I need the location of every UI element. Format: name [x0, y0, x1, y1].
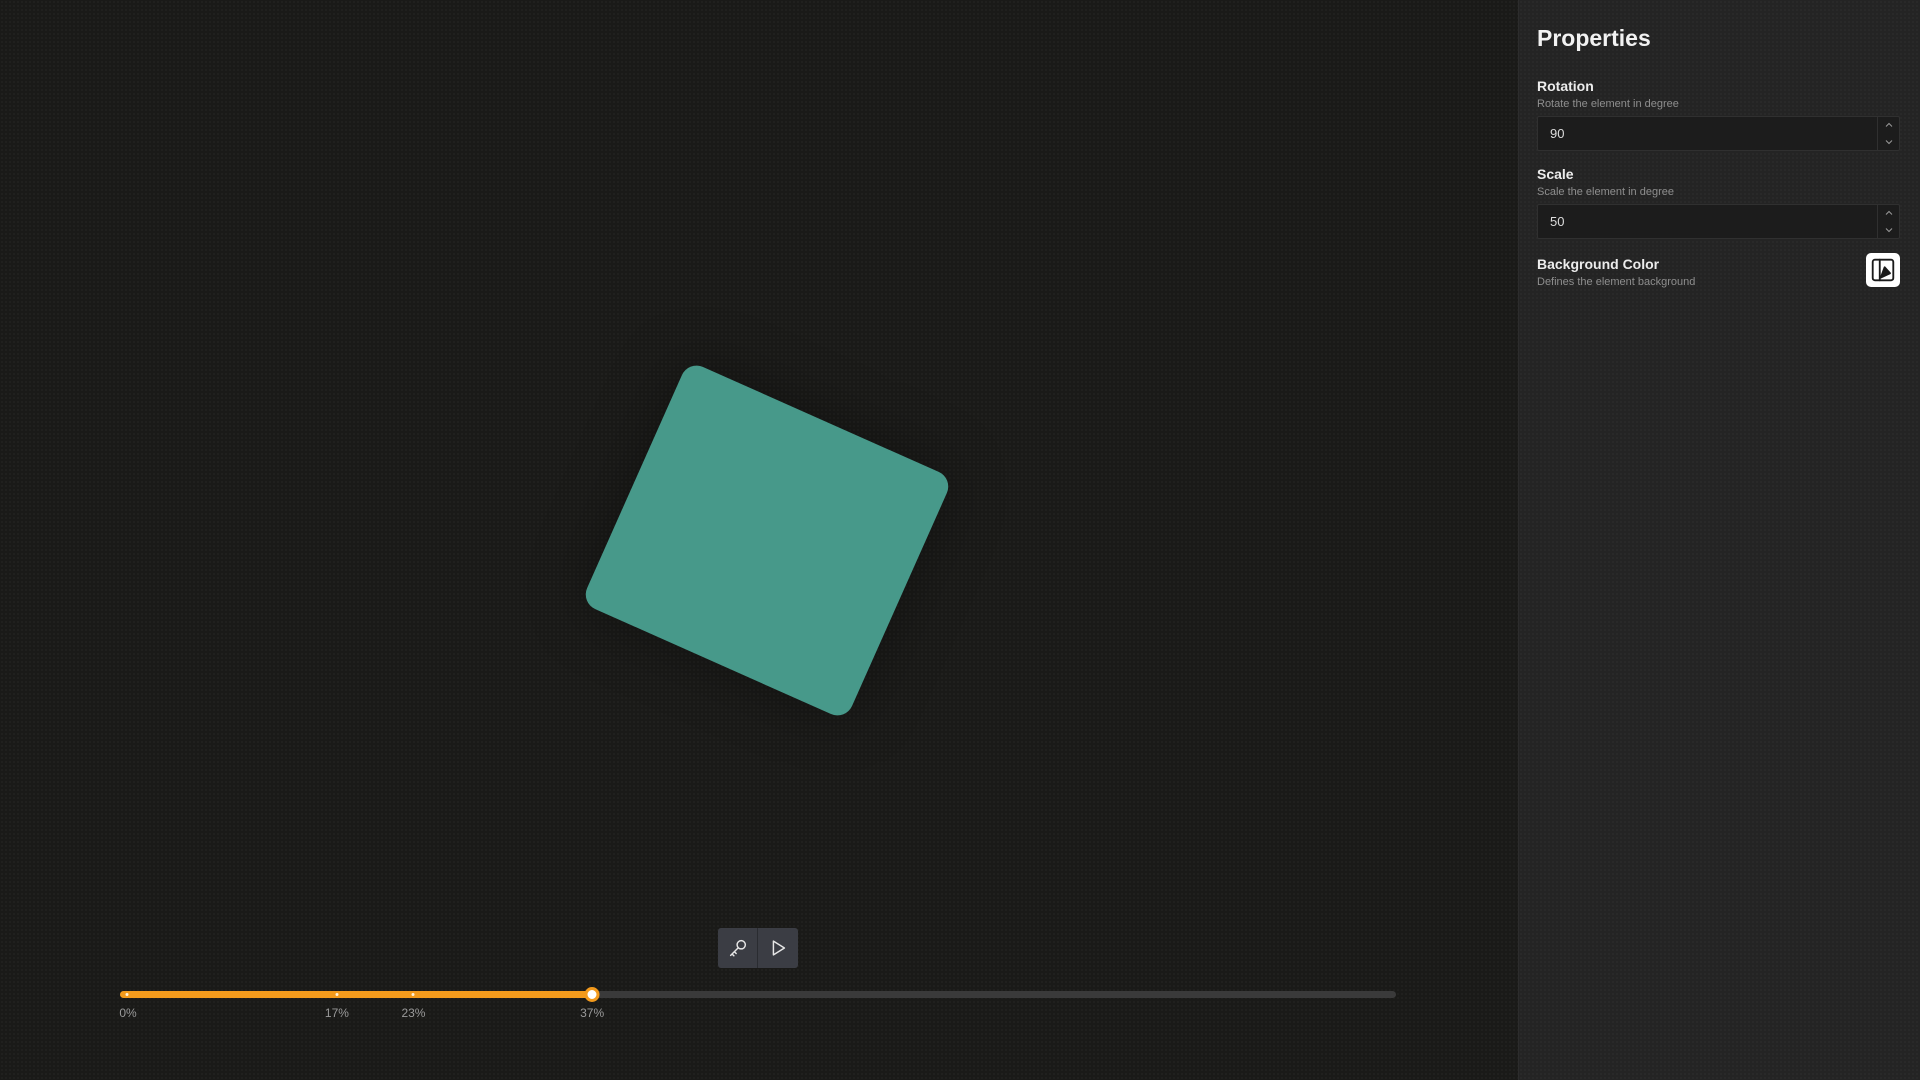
rotation-stepper: [1877, 117, 1899, 150]
keyframe-label: 17%: [324, 1006, 349, 1020]
timeline-playhead[interactable]: [584, 987, 600, 1002]
timeline[interactable]: 0% 17% 23% 37%: [119, 984, 1396, 1024]
timeline-progress: [120, 991, 593, 998]
play-button[interactable]: [758, 928, 798, 968]
animated-square[interactable]: [580, 360, 954, 721]
chevron-down-icon: [1885, 139, 1892, 144]
play-icon: [772, 940, 786, 956]
scale-stepper: [1877, 205, 1899, 238]
color-picker-icon: [1871, 258, 1895, 282]
scale-input[interactable]: [1538, 205, 1899, 238]
rotation-label: Rotation: [1537, 78, 1594, 94]
rotation-decrement-button[interactable]: [1878, 134, 1899, 151]
rotation-input[interactable]: [1538, 117, 1899, 150]
rotation-property: Rotation Rotate the element in degree: [1537, 77, 1900, 151]
scale-decrement-button[interactable]: [1878, 222, 1899, 239]
scale-description: Scale the element in degree: [1537, 186, 1674, 198]
color-picker-button[interactable]: [1866, 253, 1900, 287]
properties-panel: Properties Rotation Rotate the element i…: [1518, 0, 1920, 1080]
chevron-up-icon: [1885, 211, 1892, 216]
animation-editor: 0% 17% 23% 37% Properties Rotation Rotate t…: [0, 0, 1920, 1080]
scale-spinbox: [1537, 204, 1900, 239]
background-color-property: Background Color Defines the element bac…: [1537, 253, 1900, 295]
scale-increment-button[interactable]: [1878, 205, 1899, 222]
background-color-description: Defines the element background: [1537, 276, 1696, 288]
scale-label: Scale: [1537, 166, 1574, 182]
chevron-down-icon: [1885, 227, 1892, 232]
scale-property: Scale Scale the element in degree: [1537, 165, 1900, 239]
keyframe-label: 37%: [580, 1006, 605, 1020]
key-icon: [729, 939, 746, 957]
rotation-description: Rotate the element in degree: [1537, 98, 1679, 110]
keyframe-marker[interactable]: [411, 993, 415, 996]
keyframe-marker[interactable]: [335, 993, 339, 996]
keyframe-label: 23%: [401, 1006, 426, 1020]
keyframe-marker[interactable]: [125, 993, 129, 996]
canvas[interactable]: 0% 17% 23% 37%: [0, 0, 1518, 1080]
rotation-spinbox: [1537, 116, 1900, 151]
background-color-label: Background Color: [1537, 256, 1660, 272]
add-keyframe-button[interactable]: [718, 928, 758, 968]
playback-toolbar: [718, 928, 798, 968]
rotation-increment-button[interactable]: [1878, 117, 1899, 134]
chevron-up-icon: [1885, 123, 1892, 128]
panel-title: Properties: [1537, 25, 1651, 51]
keyframe-label: 0%: [119, 1006, 137, 1020]
